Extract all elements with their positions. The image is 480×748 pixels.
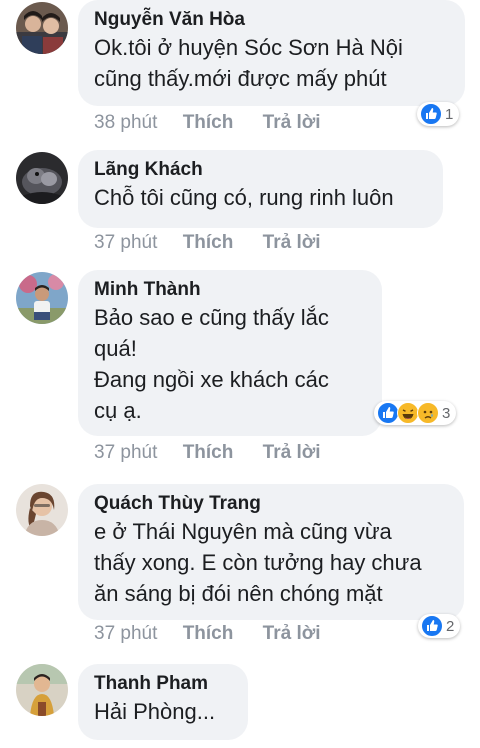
reaction-summary[interactable]: 3 bbox=[374, 401, 457, 425]
avatar[interactable] bbox=[16, 272, 68, 324]
reply-button[interactable]: Trả lời bbox=[263, 623, 321, 645]
comment-author[interactable]: Nguyễn Văn Hòa bbox=[94, 8, 449, 32]
comment-text-line: e ở Thái Nguyên mà cũng vừa bbox=[94, 519, 392, 544]
like-button[interactable]: Thích bbox=[183, 442, 234, 464]
reaction-summary[interactable]: 1 bbox=[417, 102, 460, 126]
comment-text-line: thấy xong. E còn tưởng hay chưa bbox=[94, 550, 422, 575]
comment-bubble: Minh Thành Bảo sao e cũng thấy lắc quá! … bbox=[78, 270, 382, 436]
comment-bubble: Lãng Khách Chỗ tôi cũng có, rung rinh lu… bbox=[78, 150, 443, 228]
comment-bubble: Quách Thùy Trang e ở Thái Nguyên mà cũng… bbox=[78, 484, 464, 620]
like-icon bbox=[377, 402, 399, 424]
comment-text-line: cụ ạ. bbox=[94, 398, 142, 423]
comment-author[interactable]: Lãng Khách bbox=[94, 158, 427, 182]
comment-meta: 37 phút Thích Trả lời bbox=[94, 232, 321, 254]
comment-text-line: cũng thấy.mới được mấy phút bbox=[94, 66, 387, 91]
avatar[interactable] bbox=[16, 484, 68, 536]
reaction-count: 1 bbox=[445, 105, 454, 123]
reaction-count: 3 bbox=[442, 404, 451, 422]
comment-bubble: Thanh Pham Hải Phòng... bbox=[78, 664, 248, 740]
timestamp[interactable]: 38 phút bbox=[94, 112, 157, 134]
comment-author[interactable]: Quách Thùy Trang bbox=[94, 492, 448, 516]
comment-text-line: Hải Phòng... bbox=[94, 699, 216, 724]
timestamp[interactable]: 37 phút bbox=[94, 442, 157, 464]
like-icon bbox=[421, 615, 443, 637]
comment-text-line: ăn sáng bị đói nên chóng mặt bbox=[94, 581, 383, 606]
like-button[interactable]: Thích bbox=[183, 232, 234, 254]
timestamp[interactable]: 37 phút bbox=[94, 232, 157, 254]
reaction-count: 2 bbox=[446, 617, 455, 635]
timestamp[interactable]: 37 phút bbox=[94, 623, 157, 645]
avatar[interactable] bbox=[16, 152, 68, 204]
comment-text-line: quá! bbox=[94, 336, 137, 361]
like-icon bbox=[420, 103, 442, 125]
avatar[interactable] bbox=[16, 664, 68, 716]
comment-text-line: Ok.tôi ở huyện Sóc Sơn Hà Nội bbox=[94, 35, 403, 60]
comment-text-line: Chỗ tôi cũng có, rung rinh luôn bbox=[94, 185, 394, 210]
reaction-summary[interactable]: 2 bbox=[418, 614, 461, 638]
reply-button[interactable]: Trả lời bbox=[263, 112, 321, 134]
comment-text-line: Đang ngồi xe khách các bbox=[94, 367, 329, 392]
sad-icon bbox=[417, 402, 439, 424]
comment-author[interactable]: Thanh Pham bbox=[94, 672, 232, 696]
comment-author[interactable]: Minh Thành bbox=[94, 278, 366, 302]
comment-meta: 37 phút Thích Trả lời bbox=[94, 623, 321, 645]
comment-meta: 38 phút Thích Trả lời bbox=[94, 112, 321, 134]
reply-button[interactable]: Trả lời bbox=[263, 232, 321, 254]
comment-text-line: Bảo sao e cũng thấy lắc bbox=[94, 305, 329, 330]
avatar[interactable] bbox=[16, 2, 68, 54]
like-button[interactable]: Thích bbox=[183, 112, 234, 134]
comment-meta: 37 phút Thích Trả lời bbox=[94, 442, 321, 464]
like-button[interactable]: Thích bbox=[183, 623, 234, 645]
haha-icon bbox=[397, 402, 419, 424]
reply-button[interactable]: Trả lời bbox=[263, 442, 321, 464]
comment-bubble: Nguyễn Văn Hòa Ok.tôi ở huyện Sóc Sơn Hà… bbox=[78, 0, 465, 106]
